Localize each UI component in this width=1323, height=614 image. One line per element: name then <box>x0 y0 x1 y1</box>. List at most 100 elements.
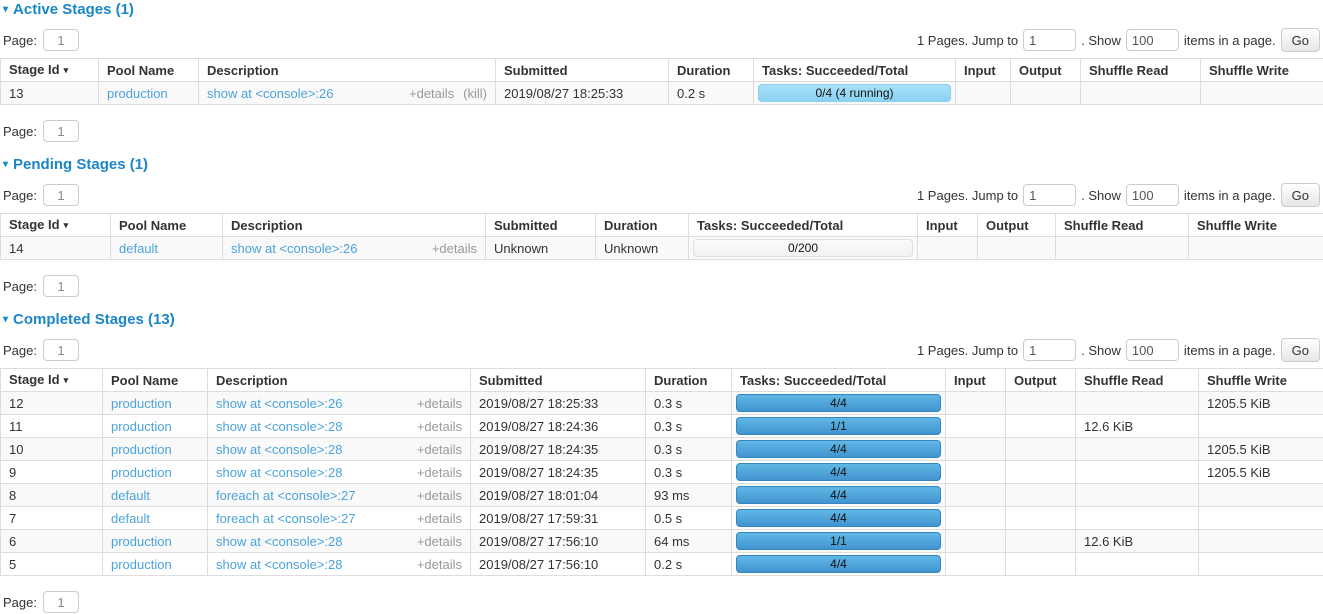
pool-name-link[interactable]: default <box>119 241 158 256</box>
description-cell: foreach at <console>:27 +details <box>208 484 471 507</box>
column-header-pool-name[interactable]: Pool Name <box>99 59 199 82</box>
section-title: Completed Stages (13) <box>13 311 175 328</box>
column-header-duration[interactable]: Duration <box>596 214 689 237</box>
column-header-description[interactable]: Description <box>223 214 486 237</box>
stage-id-cell: 7 <box>1 507 103 530</box>
description-link[interactable]: show at <console>:26 <box>216 396 342 411</box>
column-header-submitted[interactable]: Submitted <box>486 214 596 237</box>
column-header-label: Stage Id <box>9 217 60 232</box>
pager-row: Page:1 Pages. Jump to. Showitems in a pa… <box>0 28 1323 52</box>
column-header-input[interactable]: Input <box>946 369 1006 392</box>
jump-to-input[interactable] <box>1023 339 1076 361</box>
column-header-duration[interactable]: Duration <box>646 369 732 392</box>
tasks-cell: 4/4 <box>732 507 946 530</box>
details-link[interactable]: +details <box>417 557 462 572</box>
pool-name-link[interactable]: default <box>111 511 150 526</box>
description-link[interactable]: show at <console>:28 <box>216 465 342 480</box>
column-header-shuffle-read[interactable]: Shuffle Read <box>1076 369 1199 392</box>
pool-name-cell: production <box>103 461 208 484</box>
column-header-tasks[interactable]: Tasks: Succeeded/Total <box>754 59 956 82</box>
section-header-pending[interactable]: ▾Pending Stages (1) <box>0 156 1323 173</box>
pool-name-link[interactable]: production <box>111 442 172 457</box>
column-header-output[interactable]: Output <box>1006 369 1076 392</box>
column-header-description[interactable]: Description <box>199 59 496 82</box>
jump-to-input[interactable] <box>1023 29 1076 51</box>
jump-to-input[interactable] <box>1023 184 1076 206</box>
details-link[interactable]: +details <box>417 442 462 457</box>
description-link[interactable]: show at <console>:28 <box>216 557 342 572</box>
go-button[interactable]: Go <box>1281 183 1320 207</box>
description-link[interactable]: show at <console>:26 <box>207 86 333 101</box>
pool-name-link[interactable]: production <box>111 557 172 572</box>
pool-name-cell: production <box>103 392 208 415</box>
pool-name-link[interactable]: production <box>111 465 172 480</box>
input-cell <box>946 507 1006 530</box>
description-link[interactable]: show at <console>:28 <box>216 534 342 549</box>
column-header-submitted[interactable]: Submitted <box>471 369 646 392</box>
column-header-input[interactable]: Input <box>918 214 978 237</box>
section-header-completed[interactable]: ▾Completed Stages (13) <box>0 311 1323 328</box>
column-header-stage-id[interactable]: Stage Id▾ <box>1 59 99 82</box>
pool-name-link[interactable]: production <box>107 86 168 101</box>
column-header-stage-id[interactable]: Stage Id▾ <box>1 214 111 237</box>
details-link[interactable]: +details <box>417 396 462 411</box>
details-link[interactable]: +details <box>417 511 462 526</box>
tasks-cell: 4/4 <box>732 461 946 484</box>
page-number-input[interactable] <box>43 184 79 206</box>
column-header-output[interactable]: Output <box>1011 59 1081 82</box>
column-header-submitted[interactable]: Submitted <box>496 59 669 82</box>
column-header-label: Shuffle Read <box>1089 63 1168 78</box>
column-header-input[interactable]: Input <box>956 59 1011 82</box>
page-number-input[interactable] <box>43 275 79 297</box>
description-cell: foreach at <console>:27 +details <box>208 507 471 530</box>
details-link[interactable]: +details <box>417 465 462 480</box>
page-number-input[interactable] <box>43 120 79 142</box>
description-link[interactable]: show at <console>:28 <box>216 419 342 434</box>
column-header-description[interactable]: Description <box>208 369 471 392</box>
description-link[interactable]: show at <console>:28 <box>216 442 342 457</box>
page-number-input[interactable] <box>43 29 79 51</box>
description-link[interactable]: foreach at <console>:27 <box>216 488 356 503</box>
pool-name-link[interactable]: production <box>111 396 172 411</box>
column-header-shuffle-write[interactable]: Shuffle Write <box>1189 214 1323 237</box>
pool-name-link[interactable]: production <box>111 534 172 549</box>
column-header-output[interactable]: Output <box>978 214 1056 237</box>
column-header-label: Duration <box>677 63 730 78</box>
column-header-shuffle-write[interactable]: Shuffle Write <box>1201 59 1323 82</box>
description-link[interactable]: show at <console>:26 <box>231 241 357 256</box>
kill-link[interactable]: (kill) <box>463 86 487 101</box>
details-link[interactable]: +details <box>432 241 477 256</box>
go-button[interactable]: Go <box>1281 338 1320 362</box>
page-number-input[interactable] <box>43 339 79 361</box>
column-header-pool-name[interactable]: Pool Name <box>111 214 223 237</box>
tasks-cell: 4/4 <box>732 438 946 461</box>
go-button[interactable]: Go <box>1281 28 1320 52</box>
tasks-cell: 0/4 (4 running) <box>754 82 956 105</box>
description-link[interactable]: foreach at <console>:27 <box>216 511 356 526</box>
column-header-shuffle-read[interactable]: Shuffle Read <box>1081 59 1201 82</box>
section-header-active[interactable]: ▾Active Stages (1) <box>0 1 1323 18</box>
column-header-label: Submitted <box>494 218 558 233</box>
description-actions: +details <box>423 241 477 256</box>
page-number-input[interactable] <box>43 591 79 613</box>
input-cell <box>946 484 1006 507</box>
column-header-tasks[interactable]: Tasks: Succeeded/Total <box>689 214 918 237</box>
show-items-input[interactable] <box>1126 339 1179 361</box>
column-header-stage-id[interactable]: Stage Id▾ <box>1 369 103 392</box>
column-header-shuffle-read[interactable]: Shuffle Read <box>1056 214 1189 237</box>
details-link[interactable]: +details <box>417 488 462 503</box>
pool-name-link[interactable]: production <box>111 419 172 434</box>
details-link[interactable]: +details <box>409 86 454 101</box>
column-header-duration[interactable]: Duration <box>669 59 754 82</box>
column-header-pool-name[interactable]: Pool Name <box>103 369 208 392</box>
show-items-input[interactable] <box>1126 184 1179 206</box>
details-link[interactable]: +details <box>417 419 462 434</box>
page-label: Page: <box>3 188 37 203</box>
pool-name-link[interactable]: default <box>111 488 150 503</box>
description-actions: +details <box>408 419 462 434</box>
show-items-input[interactable] <box>1126 29 1179 51</box>
details-link[interactable]: +details <box>417 534 462 549</box>
column-header-tasks[interactable]: Tasks: Succeeded/Total <box>732 369 946 392</box>
stage-row: 13productionshow at <console>:26+details… <box>1 82 1323 105</box>
column-header-shuffle-write[interactable]: Shuffle Write <box>1199 369 1323 392</box>
